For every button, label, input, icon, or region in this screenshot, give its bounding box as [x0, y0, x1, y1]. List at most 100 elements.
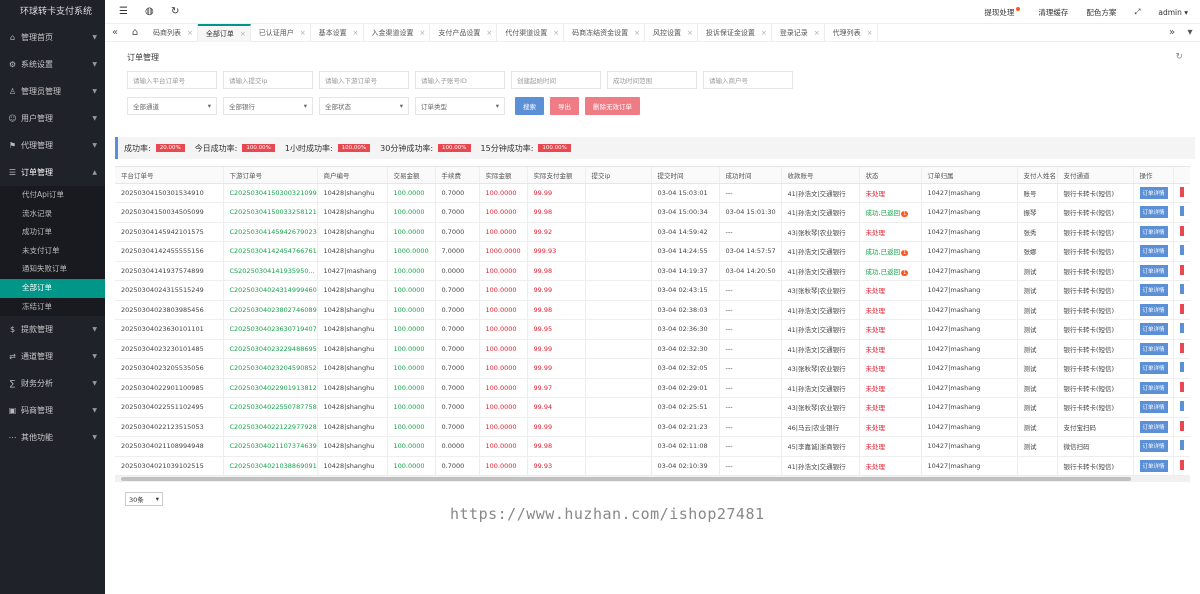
tabs-scroll-right-icon[interactable]: »	[1162, 24, 1182, 42]
sidebar-subitem-1[interactable]: 流水记录	[0, 205, 105, 224]
extra-action-stub[interactable]	[1179, 303, 1184, 314]
sidebar-subitem-5[interactable]: 全部订单	[0, 278, 105, 298]
sidebar-item-5[interactable]: ☰ 订单管理 ▲	[0, 159, 105, 186]
success-time-input[interactable]: 成功时间范围	[607, 71, 697, 89]
extra-action-stub[interactable]	[1179, 420, 1184, 431]
sub-account-input[interactable]: 请输入子账号ID	[415, 71, 505, 89]
extra-action-stub[interactable]	[1179, 264, 1184, 275]
order-detail-button[interactable]: 订单详情	[1139, 264, 1168, 277]
sidebar-item-4[interactable]: ⚑ 代理管理 ▼	[0, 132, 105, 159]
globe-icon[interactable]: ◍	[145, 6, 154, 17]
close-icon[interactable]: ×	[353, 24, 359, 42]
order-detail-button[interactable]: 订单详情	[1139, 381, 1168, 394]
extra-action-stub[interactable]	[1179, 342, 1184, 353]
create-time-input[interactable]: 创建起始时间	[511, 71, 601, 89]
sidebar-subitem-3[interactable]: 未支付订单	[0, 242, 105, 261]
table-row[interactable]: 20250304142455555156 C2025030414245476676…	[115, 241, 1190, 262]
tabs-scroll-left-icon[interactable]: «	[105, 24, 125, 42]
extra-action-stub[interactable]	[1179, 459, 1184, 470]
close-icon[interactable]: ×	[634, 24, 640, 42]
table-row[interactable]: 20250304023803985456 C2025030402380274608…	[115, 300, 1190, 320]
sidebar-item-1[interactable]: ⚙ 系统设置 ▼	[0, 51, 105, 78]
sidebar-subitem-2[interactable]: 成功订单	[0, 223, 105, 242]
user-menu[interactable]: admin ▾	[1158, 8, 1188, 17]
tab-10[interactable]: 登录记录 ×	[772, 24, 825, 42]
tab-9[interactable]: 投诉保证金设置 ×	[698, 24, 772, 42]
extra-action-stub[interactable]	[1179, 186, 1184, 197]
order-detail-button[interactable]: 订单详情	[1139, 342, 1168, 355]
extra-action-stub[interactable]	[1179, 440, 1184, 451]
sidebar-item-2[interactable]: ♙ 管理员管理 ▼	[0, 78, 105, 105]
color-scheme-link[interactable]: 配色方案	[1086, 7, 1116, 18]
order-type-select[interactable]: 订单类型 ▾	[415, 97, 505, 115]
delete-invalid-button[interactable]: 删除无效订单	[585, 97, 640, 115]
extra-action-stub[interactable]	[1179, 323, 1184, 334]
close-icon[interactable]: ×	[867, 24, 873, 42]
close-icon[interactable]: ×	[420, 24, 426, 42]
table-row[interactable]: 20250304022551102495 C2025030402255078775…	[115, 397, 1190, 418]
order-detail-button[interactable]: 订单详情	[1139, 206, 1168, 219]
bank-select[interactable]: 全部银行 ▾	[223, 97, 313, 115]
tab-2[interactable]: 已认证用户 ×	[251, 24, 311, 42]
close-icon[interactable]: ×	[240, 26, 246, 42]
sidebar-subitem-0[interactable]: 代付Api订单	[0, 186, 105, 205]
platform-order-input[interactable]: 请输入平台订单号	[127, 71, 217, 89]
table-row[interactable]: 20250304023230101485 C2025030402322948869…	[115, 339, 1190, 359]
status-select[interactable]: 全部状态 ▾	[319, 97, 409, 115]
table-row[interactable]: 20250304150034505099 C2025030415003325812…	[115, 202, 1190, 223]
sidebar-item-10[interactable]: ⋯ 其他功能 ▼	[0, 424, 105, 451]
extra-action-stub[interactable]	[1179, 381, 1184, 392]
downstream-order-input[interactable]: 请输入下游订单号	[319, 71, 409, 89]
table-row[interactable]: 20250304145942101575 C2025030414594267902…	[115, 222, 1190, 242]
table-row[interactable]: 20250304024315515249 C2025030402431499946…	[115, 280, 1190, 301]
sidebar-item-9[interactable]: ▣ 码商管理 ▼	[0, 397, 105, 424]
tab-3[interactable]: 基本设置 ×	[311, 24, 364, 42]
order-detail-button[interactable]: 订单详情	[1139, 245, 1168, 258]
sidebar-item-0[interactable]: ⌂ 管理首页 ▼	[0, 24, 105, 51]
order-detail-button[interactable]: 订单详情	[1139, 303, 1168, 316]
tab-6[interactable]: 代付渠道设置 ×	[497, 24, 565, 42]
table-row[interactable]: 20250304022123515053 C2025030402212297792…	[115, 417, 1190, 437]
table-row[interactable]: 20250304021108994948 C2025030402110737463…	[115, 436, 1190, 457]
order-detail-button[interactable]: 订单详情	[1139, 323, 1168, 336]
order-detail-button[interactable]: 订单详情	[1139, 225, 1168, 238]
extra-action-stub[interactable]	[1179, 206, 1184, 217]
close-icon[interactable]: ×	[814, 24, 820, 42]
merchant-no-input[interactable]: 请输入商户号	[703, 71, 793, 89]
channel-select[interactable]: 全部通道 ▾	[127, 97, 217, 115]
order-detail-button[interactable]: 订单详情	[1139, 440, 1168, 453]
extra-action-stub[interactable]	[1179, 362, 1184, 373]
reload-icon[interactable]: ↻	[1175, 52, 1183, 62]
tab-5[interactable]: 支付产品设置 ×	[430, 24, 498, 42]
table-row[interactable]: 20250304141937574899 CS20250304141935950.…	[115, 261, 1190, 281]
close-icon[interactable]: ×	[300, 24, 306, 42]
order-detail-button[interactable]: 订单详情	[1139, 186, 1168, 199]
close-icon[interactable]: ×	[761, 24, 767, 42]
close-icon[interactable]: ×	[486, 24, 492, 42]
table-row[interactable]: 20250304022901100985 C2025030402290191381…	[115, 378, 1190, 398]
horizontal-scrollbar[interactable]	[115, 476, 1190, 482]
extra-action-stub[interactable]	[1179, 245, 1184, 256]
refresh-icon[interactable]: ↻	[171, 6, 179, 17]
scrollbar-thumb[interactable]	[121, 477, 1131, 481]
menu-toggle-icon[interactable]: ☰	[119, 6, 128, 17]
close-icon[interactable]: ×	[187, 24, 193, 42]
sidebar-subitem-6[interactable]: 冻结订单	[0, 298, 105, 317]
order-detail-button[interactable]: 订单详情	[1139, 284, 1168, 297]
export-button[interactable]: 导出	[550, 97, 579, 115]
order-detail-button[interactable]: 订单详情	[1139, 420, 1168, 433]
order-detail-button[interactable]: 订单详情	[1139, 362, 1168, 375]
close-icon[interactable]: ×	[687, 24, 693, 42]
order-detail-button[interactable]: 订单详情	[1139, 459, 1168, 472]
sidebar-subitem-4[interactable]: 通知失败订单	[0, 260, 105, 279]
table-row[interactable]: 20250304021039102515 C2025030402103886909…	[115, 456, 1190, 476]
fullscreen-icon[interactable]: ⤢	[1134, 7, 1140, 17]
close-icon[interactable]: ×	[553, 24, 559, 42]
search-button[interactable]: 搜索	[515, 97, 544, 115]
table-row[interactable]: 20250304150301534910 C2025030415030032109…	[115, 183, 1190, 203]
table-row[interactable]: 20250304023630101101 C2025030402363071940…	[115, 319, 1190, 340]
clear-cache-link[interactable]: 清理缓存	[1038, 7, 1068, 18]
sidebar-item-3[interactable]: ☺ 用户管理 ▼	[0, 105, 105, 132]
sidebar-item-7[interactable]: ⇄ 通道管理 ▼	[0, 343, 105, 370]
extra-action-stub[interactable]	[1179, 401, 1184, 412]
